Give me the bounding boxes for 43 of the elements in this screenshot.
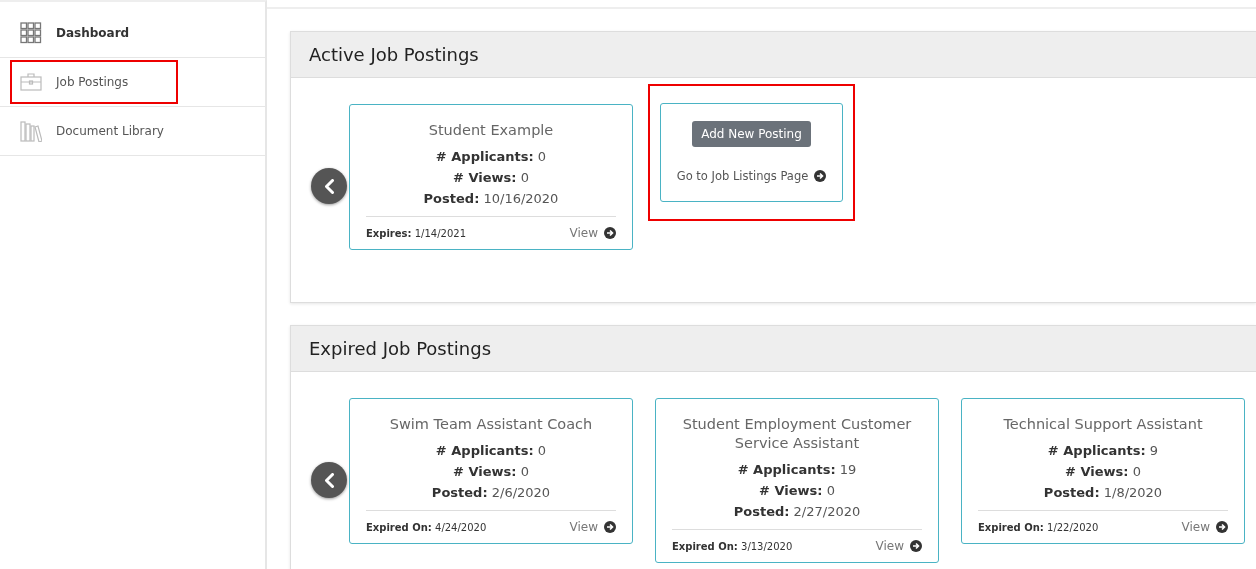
job-listings-link[interactable]: Go to Job Listings Page — [676, 169, 827, 183]
expiry-date: Expired On: 1/22/2020 — [978, 521, 1099, 533]
expiry-date: Expired On: 3/13/2020 — [672, 540, 793, 552]
add-posting-button[interactable]: Add New Posting — [692, 121, 811, 147]
job-stat: # Views: 0 — [1064, 463, 1142, 481]
section-title: Active Job Postings — [291, 32, 1256, 78]
job-stat: # Views: 0 — [452, 169, 530, 187]
previous-button[interactable] — [311, 168, 347, 204]
sidebar-item[interactable]: Job Postings — [10, 60, 178, 104]
job-stat: Posted: 2/6/2020 — [430, 484, 552, 502]
chevron-left-icon — [324, 178, 334, 194]
arrow-right-icon — [910, 540, 922, 552]
sidebar-item[interactable]: Document Library — [10, 109, 178, 153]
chevron-left-icon — [324, 472, 334, 488]
previous-button[interactable] — [311, 462, 347, 498]
expiry-date: Expires: 1/14/2021 — [366, 227, 466, 239]
section-title: Expired Job Postings — [291, 326, 1256, 372]
job-stat: # Applicants: 9 — [1046, 442, 1160, 460]
job-stat: Posted: 1/8/2020 — [1042, 484, 1164, 502]
arrow-right-icon — [814, 170, 827, 182]
job-title: Swim Team Assistant Coach — [388, 415, 594, 434]
job-stat: # Applicants: 0 — [434, 148, 548, 166]
job-title: Technical Support Assistant — [1002, 415, 1204, 434]
briefcase-icon — [20, 71, 42, 93]
job-stat: # Views: 0 — [452, 463, 530, 481]
job-stat: Posted: 2/27/2020 — [732, 503, 862, 521]
arrow-right-icon — [1216, 521, 1228, 533]
view-link[interactable]: View — [569, 520, 616, 534]
job-stat: Posted: 10/16/2020 — [422, 190, 560, 208]
arrow-right-icon — [604, 521, 616, 533]
expiry-date: Expired On: 4/24/2020 — [366, 521, 487, 533]
grid-icon — [20, 22, 42, 44]
job-stat: # Applicants: 19 — [736, 461, 858, 479]
view-link[interactable]: View — [875, 539, 922, 553]
view-link[interactable]: View — [569, 226, 616, 240]
books-icon — [20, 120, 42, 142]
job-title: Student Example — [427, 121, 555, 140]
arrow-right-icon — [604, 227, 616, 239]
job-stat: # Views: 0 — [758, 482, 836, 500]
job-stat: # Applicants: 0 — [434, 442, 548, 460]
sidebar-item[interactable]: Dashboard — [10, 11, 178, 55]
job-title: Student Employment Customer Service Assistant — [681, 415, 913, 453]
view-link[interactable]: View — [1181, 520, 1228, 534]
